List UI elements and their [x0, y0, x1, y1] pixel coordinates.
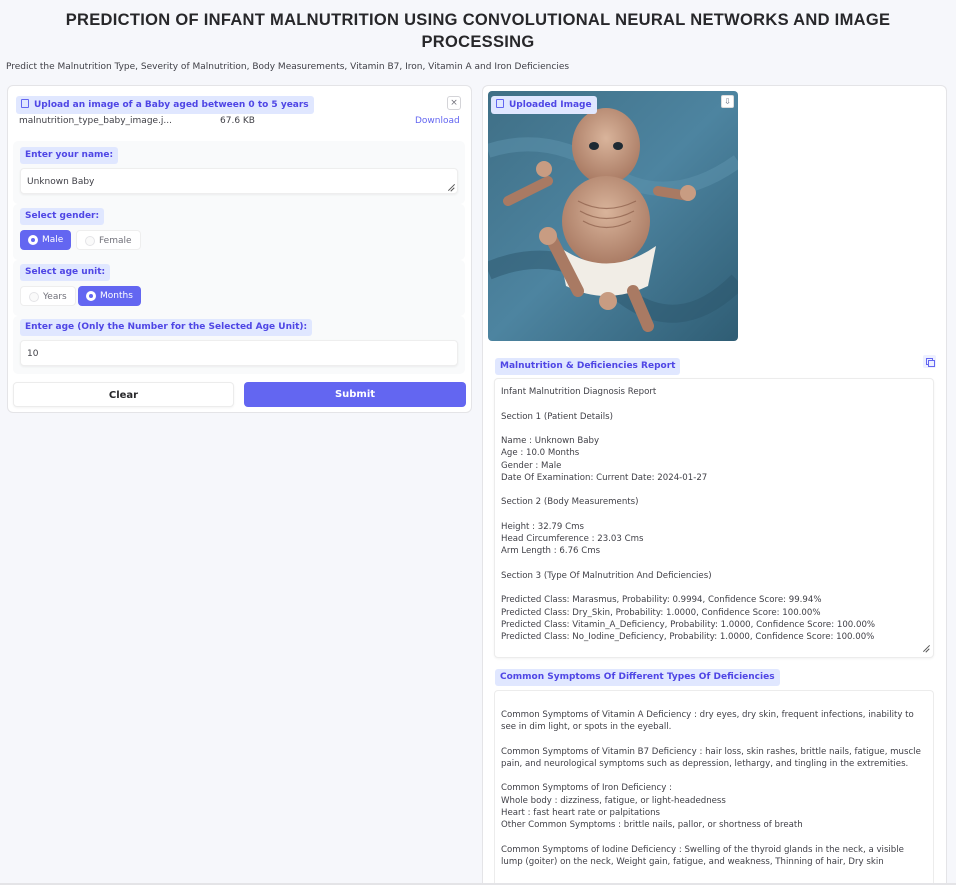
- download-link[interactable]: Download: [415, 116, 460, 126]
- report-line: Section 2 (Body Measurements): [501, 497, 639, 507]
- symptoms-label: Common Symptoms Of Different Types Of De…: [495, 669, 780, 686]
- gender-female-label: Female: [99, 236, 132, 246]
- gender-male-radio[interactable]: Male: [20, 230, 72, 250]
- report-line: Height : 32.79 Cms: [501, 522, 584, 532]
- age-input[interactable]: 10: [20, 340, 458, 366]
- close-icon[interactable]: ×: [447, 96, 461, 110]
- symptoms-line: pain, and neurological symptoms such as …: [501, 759, 909, 769]
- symptoms-line: Common Symptoms of Iron Deficiency :: [501, 783, 672, 793]
- clear-button[interactable]: Clear: [13, 382, 234, 407]
- page-title: PREDICTION OF INFANT MALNUTRITION USING …: [65, 11, 891, 51]
- report-line: Predicted Class: Vitamin_A_Deficiency, P…: [501, 620, 876, 630]
- radio-unselected-icon: [29, 292, 39, 302]
- uploaded-image-label: Uploaded Image: [491, 96, 597, 114]
- uploaded-baby-photo: [488, 91, 738, 341]
- age-unit-years-radio[interactable]: Years: [20, 286, 76, 306]
- upload-label-text: Upload an image of a Baby aged between 0…: [34, 100, 309, 110]
- age-unit-years-label: Years: [43, 292, 67, 302]
- radio-selected-icon: [28, 235, 38, 245]
- report-line: Predicted Class: Marasmus, Probability: …: [501, 595, 822, 605]
- report-line: Age : 10.0 Months: [501, 448, 580, 458]
- symptoms-line: Common Symptoms of Iodine Deficiency : S…: [501, 845, 904, 855]
- baby-image: [488, 91, 738, 341]
- download-icon[interactable]: ⇩: [721, 95, 734, 108]
- report-line: Arm Length : 6.76 Cms: [501, 546, 601, 556]
- report-line: Date Of Examination: Current Date: 2024-…: [501, 473, 708, 483]
- age-unit-months-radio[interactable]: Months: [78, 286, 141, 306]
- name-label: Enter your name:: [20, 147, 119, 164]
- uploaded-image-label-text: Uploaded Image: [509, 100, 592, 110]
- name-input[interactable]: Unknown Baby: [20, 168, 458, 194]
- gender-male-label: Male: [42, 235, 64, 245]
- page-subtitle: Predict the Malnutrition Type, Severity …: [6, 62, 570, 72]
- report-line: Head Circumference : 23.03 Cms: [501, 534, 644, 544]
- report-line: Predicted Class: Dry_Skin, Probability: …: [501, 608, 821, 618]
- report-line: Section 3 (Type Of Malnutrition And Defi…: [501, 571, 712, 581]
- symptoms-line: Other Common Symptoms : brittle nails, p…: [501, 820, 803, 830]
- copy-icon[interactable]: [923, 355, 936, 368]
- image-icon: [496, 99, 504, 108]
- gender-female-radio[interactable]: Female: [76, 230, 141, 250]
- submit-button[interactable]: Submit: [244, 382, 466, 407]
- symptoms-line: Common Symptoms of Vitamin B7 Deficiency…: [501, 747, 921, 757]
- age-label: Enter age (Only the Number for the Selec…: [20, 319, 313, 336]
- report-label: Malnutrition & Deficiencies Report: [495, 358, 681, 375]
- symptoms-line: Heart : fast heart rate or palpitations: [501, 808, 661, 818]
- file-size: 67.6 KB: [220, 116, 255, 126]
- report-line: Gender : Male: [501, 461, 562, 471]
- symptoms-line: lump (goiter) on the neck, Weight gain, …: [501, 857, 884, 867]
- resize-handle-icon[interactable]: [447, 184, 455, 192]
- upload-label: Upload an image of a Baby aged between 0…: [16, 96, 314, 114]
- report-line: Name : Unknown Baby: [501, 436, 600, 446]
- resize-handle-icon[interactable]: [922, 645, 930, 653]
- age-unit-months-label: Months: [100, 291, 133, 301]
- symptoms-line: Common Symptoms of Vitamin A Deficiency …: [501, 710, 914, 720]
- radio-selected-icon: [86, 291, 96, 301]
- report-line: Infant Malnutrition Diagnosis Report: [501, 387, 657, 397]
- file-name: malnutrition_type_baby_image.j...: [19, 116, 173, 126]
- symptoms-line: Whole body : dizziness, fatigue, or ligh…: [501, 796, 726, 806]
- age-unit-label: Select age unit:: [20, 264, 111, 281]
- file-icon: [21, 99, 29, 108]
- symptoms-line: see in dim light, or spots in the eyebal…: [501, 722, 672, 732]
- report-line: Section 1 (Patient Details): [501, 412, 614, 422]
- report-line: Predicted Class: No_Iodine_Deficiency, P…: [501, 632, 875, 642]
- gender-label: Select gender:: [20, 208, 105, 225]
- radio-unselected-icon: [85, 236, 95, 246]
